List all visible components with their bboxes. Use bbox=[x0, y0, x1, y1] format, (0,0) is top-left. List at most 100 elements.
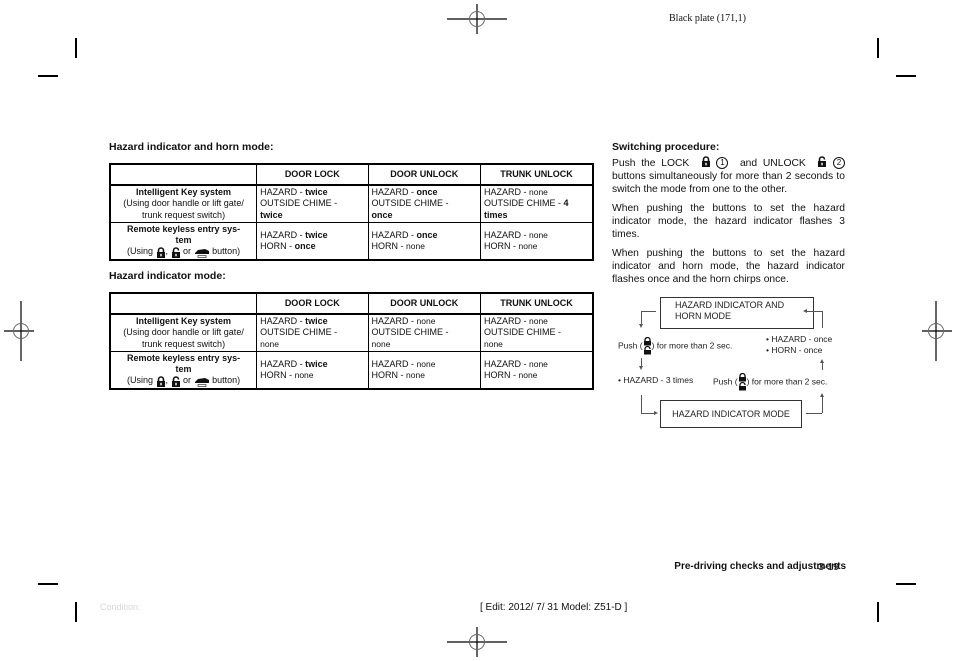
hazard-horn-mode-table: DOOR LOCK DOOR UNLOCK TRUNK UNLOCK Intel… bbox=[109, 163, 594, 261]
cell-label: HAZARD - bbox=[484, 187, 529, 197]
trunk-icon bbox=[194, 377, 209, 387]
cell-label: HAZARD - bbox=[371, 229, 417, 240]
cell-label: OUTSIDE CHIME - bbox=[260, 198, 338, 209]
row-header-sub: trunk request switch) bbox=[142, 209, 226, 220]
cell-label: HORN - bbox=[260, 240, 295, 251]
cell-label: OUTSIDE CHIME - bbox=[484, 327, 562, 338]
cell-label: OUTSIDE CHIME - bbox=[260, 327, 338, 338]
row-header-title: Intelligent Key system bbox=[136, 316, 232, 326]
column-header: DOOR LOCK bbox=[256, 292, 369, 315]
cell-label: HAZARD - bbox=[484, 229, 529, 240]
text: Push ( bbox=[713, 376, 738, 387]
procedure-paragraph-1: Push the LOCK 1 and UNLOCK 2 buttons sim… bbox=[612, 156, 845, 197]
crop-mark bbox=[75, 38, 77, 58]
table-cell: HAZARD - none OUTSIDE CHIME - 4 times bbox=[480, 184, 594, 223]
text: Push ( bbox=[618, 340, 643, 351]
table-cell: HAZARD - twice HORN - once bbox=[256, 221, 369, 261]
procedure-paragraph-2: When pushing the buttons to set the haza… bbox=[612, 203, 845, 241]
cell-label: HAZARD - bbox=[260, 187, 306, 197]
unlock-icon bbox=[171, 375, 180, 387]
procedure-paragraph-3: When pushing the buttons to set the haza… bbox=[612, 248, 845, 286]
cell-value: none bbox=[529, 229, 548, 240]
table-cell: HAZARD - none OUTSIDE CHIME - none bbox=[480, 313, 594, 352]
row-header-title: Remote keyless entry sys- bbox=[127, 223, 241, 234]
crop-mark bbox=[896, 583, 916, 585]
column-header bbox=[109, 292, 258, 315]
cell-value: twice bbox=[305, 316, 328, 326]
cell-value: none bbox=[518, 369, 538, 380]
connector-line bbox=[806, 311, 822, 312]
connector-line bbox=[641, 395, 642, 413]
cell-label: HORN - bbox=[260, 369, 295, 380]
arrow-left-icon bbox=[803, 309, 807, 313]
status-hazard-3-times: • HAZARD - 3 times bbox=[618, 375, 694, 385]
cell-value: none bbox=[518, 240, 538, 251]
column-header: DOOR UNLOCK bbox=[367, 163, 482, 186]
table-cell: HAZARD - none HORN - none bbox=[367, 350, 482, 390]
cell-label: HAZARD - bbox=[484, 358, 529, 369]
connector-line bbox=[641, 413, 655, 414]
table2-title: Hazard indicator mode: bbox=[109, 270, 226, 282]
text: buttons simultaneously for more than 2 s… bbox=[612, 171, 845, 196]
row-header: Remote keyless entry sys- tem (Using , o… bbox=[109, 221, 258, 261]
push-instruction-left: Push ( ) for more than 2 sec. bbox=[618, 336, 733, 355]
separator: , bbox=[165, 375, 169, 386]
cell-value: once bbox=[416, 229, 438, 240]
cell-value: once bbox=[416, 187, 438, 197]
cell-label: OUTSIDE CHIME - bbox=[371, 327, 449, 338]
cell-label: HAZARD - bbox=[260, 229, 306, 240]
plate-label: Black plate (171,1) bbox=[669, 13, 746, 24]
lock-unlock-icon bbox=[643, 336, 651, 355]
unlock-icon bbox=[818, 156, 827, 167]
lock-icon bbox=[156, 375, 165, 387]
row-header: Remote keyless entry sys- tem (Using , o… bbox=[109, 350, 258, 390]
text: ) for more than 2 sec. bbox=[651, 340, 733, 351]
cell-label: HAZARD - bbox=[371, 316, 417, 326]
edit-info: [ Edit: 2012/ 7/ 31 Model: Z51-D ] bbox=[480, 602, 628, 613]
column-header: TRUNK UNLOCK bbox=[480, 163, 594, 186]
box-hazard-mode: HAZARD INDICATOR MODE bbox=[660, 400, 802, 428]
procedure-title: Switching procedure: bbox=[612, 141, 720, 153]
cell-label: HAZARD - bbox=[371, 358, 417, 369]
cell-value: twice bbox=[305, 358, 328, 369]
cell-label: HAZARD - bbox=[484, 316, 529, 326]
cell-value: none bbox=[294, 369, 314, 380]
lock-icon bbox=[701, 156, 710, 167]
connector-line bbox=[641, 311, 656, 312]
arrow-up-icon bbox=[820, 393, 824, 397]
table-cell: HAZARD - twice HORN - none bbox=[256, 350, 369, 390]
column-header: DOOR UNLOCK bbox=[367, 292, 482, 315]
table-header-row: DOOR LOCK DOOR UNLOCK TRUNK UNLOCK bbox=[109, 163, 594, 186]
cell-value: none bbox=[406, 240, 425, 251]
hazard-mode-table: DOOR LOCK DOOR UNLOCK TRUNK UNLOCK Intel… bbox=[109, 292, 594, 390]
cell-value: none bbox=[416, 358, 436, 369]
connector-line bbox=[641, 311, 642, 325]
row-header-sub: (Using door handle or lift gate/ bbox=[123, 327, 244, 338]
table-cell: HAZARD - twice OUTSIDE CHIME - twice bbox=[256, 184, 369, 223]
table-row: Intelligent Key system (Using door handl… bbox=[109, 313, 594, 352]
connector-line bbox=[822, 362, 823, 370]
crop-mark bbox=[38, 583, 58, 585]
row-header: Intelligent Key system (Using door handl… bbox=[109, 313, 258, 352]
table1-title: Hazard indicator and horn mode: bbox=[109, 141, 274, 153]
connector-line bbox=[806, 413, 822, 414]
row-header-sub: button) bbox=[212, 375, 241, 386]
cell-value: none bbox=[371, 338, 391, 349]
cell-value: none bbox=[484, 338, 503, 349]
status-horn-once: • HORN - once bbox=[766, 345, 823, 355]
lock-unlock-icon bbox=[738, 372, 746, 391]
cell-label: OUTSIDE CHIME - bbox=[371, 198, 449, 209]
registration-mark-top bbox=[447, 4, 507, 34]
arrow-right-icon bbox=[654, 411, 658, 415]
row-header-title: tem bbox=[175, 364, 192, 375]
column-header bbox=[109, 163, 258, 186]
crop-mark bbox=[877, 38, 879, 58]
cell-value: none bbox=[416, 316, 436, 326]
table-row: Remote keyless entry sys- tem (Using , o… bbox=[109, 350, 594, 390]
cell-label: HORN - bbox=[371, 369, 407, 380]
text: ) for more than 2 sec. bbox=[746, 376, 828, 387]
cell-label: HAZARD - bbox=[260, 316, 306, 326]
row-header-sub: (Using bbox=[126, 246, 153, 257]
table-cell: HAZARD - twice OUTSIDE CHIME - none bbox=[256, 313, 369, 352]
cell-value: twice bbox=[305, 187, 328, 197]
